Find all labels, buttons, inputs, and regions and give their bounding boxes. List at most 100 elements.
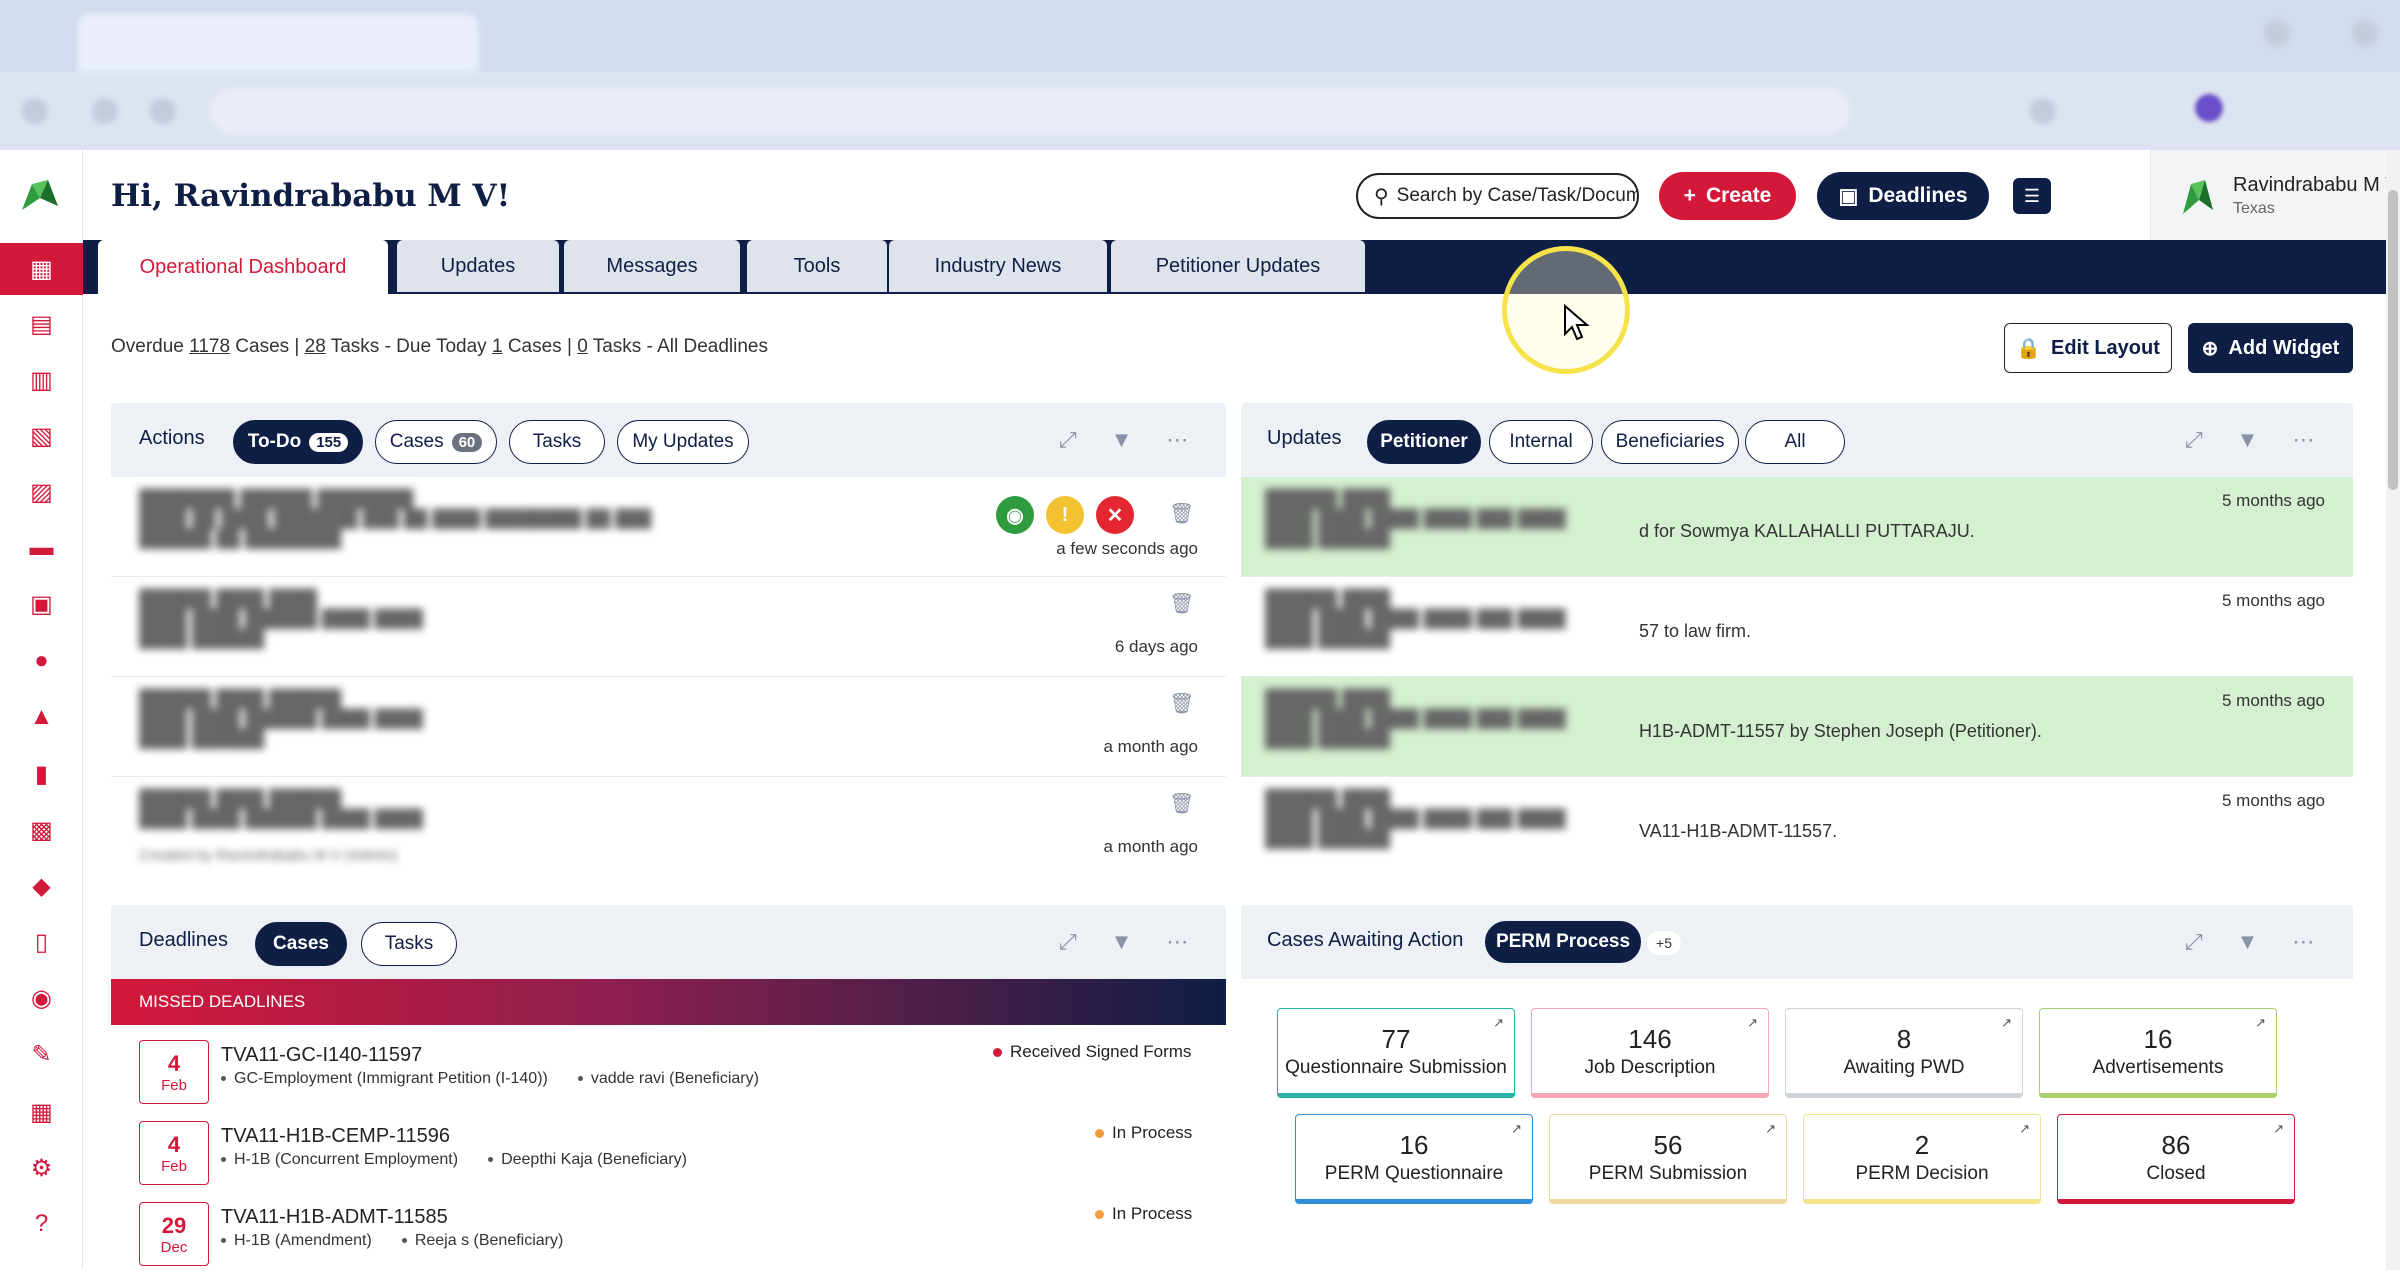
dashboard-icon[interactable]: ▦ [0, 243, 83, 295]
deadline-case-id[interactable]: TVA11-H1B-CEMP-11596 [221, 1125, 450, 1148]
update-row[interactable]: ██████ ████ ████ ████ ████ ████ ███ ████ █… [1241, 477, 2353, 577]
page-scrollbar[interactable] [2386, 150, 2400, 1270]
extension-icon[interactable] [2030, 98, 2056, 124]
edit-layout-button[interactable]: 🔒 Edit Layout [2004, 323, 2172, 373]
team-icon[interactable]: ◉ [0, 972, 83, 1024]
action-row[interactable]: ██████ ████ ██████ ████ ████ ██████ ████ … [111, 677, 1226, 777]
chip-all[interactable]: All [1745, 420, 1845, 464]
more-icon[interactable]: ⋯ [1166, 929, 1188, 955]
minimize-icon[interactable] [2264, 20, 2290, 46]
search-input[interactable]: ⚲ Search by Case/Task/Document [1356, 173, 1639, 219]
chip-internal[interactable]: Internal [1489, 420, 1593, 464]
chip-perm-process[interactable]: PERM Process [1485, 921, 1641, 963]
create-button[interactable]: + Create [1659, 172, 1796, 220]
case-stage-tile[interactable]: ↗ 86 Closed [2057, 1114, 2295, 1204]
user-icon[interactable]: ● [0, 635, 83, 687]
edit-icon[interactable]: ✎ [0, 1028, 83, 1080]
book-icon[interactable]: ▯ [0, 916, 83, 968]
expand-icon[interactable]: ⤢ [1059, 427, 1077, 453]
trash-icon[interactable]: 🗑 [1169, 591, 1194, 616]
today-tasks-link[interactable]: 0 [577, 336, 588, 357]
document-icon[interactable]: ▤ [0, 298, 83, 350]
browser-profile-avatar[interactable] [2195, 94, 2223, 122]
form-icon[interactable]: ▥ [0, 354, 83, 406]
deadline-row[interactable]: 29 Dec TVA11-H1B-ADMT-11585 H-1B (Amendment… [111, 1202, 1226, 1282]
case-stage-tile[interactable]: ↗ 2 PERM Decision [1803, 1114, 2041, 1204]
overdue-cases-link[interactable]: 1178 [189, 336, 230, 357]
deadline-row[interactable]: 4 Feb TVA11-GC-I140-11597 GC-Employment (Im… [111, 1040, 1226, 1120]
clipboard-icon[interactable]: ▣ [0, 578, 83, 630]
tab-operational-dashboard[interactable]: Operational Dashboard [98, 240, 388, 294]
close-window-icon[interactable] [2352, 20, 2378, 46]
update-row[interactable]: ██████ ████ ████ ████ ████ ████ ███ ████ █… [1241, 677, 2353, 777]
app-logo[interactable] [18, 176, 62, 216]
reload-icon[interactable] [150, 98, 176, 124]
trash-icon[interactable]: 🗑 [1169, 501, 1194, 526]
overdue-tasks-link[interactable]: 28 [305, 336, 326, 357]
chip-beneficiaries[interactable]: Beneficiaries [1601, 420, 1739, 464]
filter-icon[interactable]: ▼ [2237, 427, 2259, 453]
filter-icon[interactable]: ▼ [1111, 427, 1133, 453]
add-widget-button[interactable]: ⊕ Add Widget [2188, 323, 2353, 373]
case-stage-tile[interactable]: ↗ 146 Job Description [1531, 1008, 1769, 1098]
profile-icon[interactable]: ◆ [0, 860, 83, 912]
tab-tools[interactable]: Tools [747, 240, 887, 292]
deadline-case-id[interactable]: TVA11-GC-I140-11597 [221, 1044, 422, 1067]
chip-deadline-tasks[interactable]: Tasks [361, 922, 457, 966]
tab-messages[interactable]: Messages [564, 240, 740, 292]
more-icon[interactable]: ⋯ [2292, 427, 2314, 453]
approve-icon[interactable]: ◉ [996, 496, 1034, 534]
address-bar[interactable] [210, 88, 1850, 134]
message-icon[interactable]: ▬ [0, 522, 83, 574]
folder-icon[interactable]: ▮ [0, 748, 83, 800]
deadline-row[interactable]: 4 Feb TVA11-H1B-CEMP-11596 H-1B (Concurrent… [111, 1121, 1226, 1201]
chat-icon[interactable]: ☰ [2013, 178, 2051, 214]
chip-petitioner[interactable]: Petitioner [1367, 420, 1481, 464]
expand-icon[interactable]: ⤢ [1059, 929, 1077, 955]
deadlines-button[interactable]: ▣ Deadlines [1817, 172, 1989, 220]
more-icon[interactable]: ⋯ [2292, 929, 2314, 955]
case-stage-tile[interactable]: ↗ 16 Advertisements [2039, 1008, 2277, 1098]
action-row[interactable]: ██████ ████ ██████ ████ ████ ██████ ████ … [111, 777, 1226, 877]
cal-icon[interactable]: ▦ [0, 1086, 83, 1138]
tab-petitioner-updates[interactable]: Petitioner Updates [1111, 240, 1365, 292]
filter-icon[interactable]: ▼ [1111, 929, 1133, 955]
more-icon[interactable]: ⋯ [1166, 427, 1188, 453]
update-row[interactable]: ██████ ████ ████ ████ ████ ████ ███ ████ █… [1241, 577, 2353, 677]
expand-icon[interactable]: ⤢ [2185, 427, 2203, 453]
tab-industry-news[interactable]: Industry News [889, 240, 1107, 292]
chip-deadline-cases[interactable]: Cases [255, 922, 347, 966]
checklist-icon[interactable]: ▨ [0, 466, 83, 518]
deadline-case-id[interactable]: TVA11-H1B-ADMT-11585 [221, 1206, 448, 1229]
back-icon[interactable] [22, 98, 48, 124]
user-menu[interactable]: Ravindrababu M V Texas [2150, 150, 2400, 240]
more-chips-badge[interactable]: +5 [1647, 931, 1681, 955]
case-stage-tile[interactable]: ↗ 16 PERM Questionnaire [1295, 1114, 1533, 1204]
person-icon[interactable]: ▲ [0, 691, 83, 743]
filter-icon[interactable]: ▼ [2237, 929, 2259, 955]
notes-icon[interactable]: ▩ [0, 804, 83, 856]
reject-icon[interactable]: ✕ [1096, 496, 1134, 534]
trash-icon[interactable]: 🗑 [1169, 791, 1194, 816]
case-stage-tile[interactable]: ↗ 8 Awaiting PWD [1785, 1008, 2023, 1098]
update-row[interactable]: ██████ ████ ████ ████ ████ ████ ███ ████ █… [1241, 777, 2353, 877]
help-icon[interactable]: ? [0, 1198, 83, 1250]
chip-tasks[interactable]: Tasks [509, 420, 605, 464]
chip-cases[interactable]: Cases 60 [375, 420, 497, 464]
expand-icon[interactable]: ⤢ [2185, 929, 2203, 955]
scrollbar-thumb[interactable] [2388, 190, 2398, 490]
action-row[interactable]: ████████ ██████ ████████ ████ ██ ████ ███… [111, 477, 1226, 577]
gear-icon[interactable]: ⚙ [0, 1142, 83, 1194]
chip-my-updates[interactable]: My Updates [617, 420, 749, 464]
case-stage-tile[interactable]: ↗ 56 PERM Submission [1549, 1114, 1787, 1204]
trash-icon[interactable]: 🗑 [1169, 691, 1194, 716]
forward-icon[interactable] [92, 98, 118, 124]
case-stage-tile[interactable]: ↗ 77 Questionnaire Submission [1277, 1008, 1515, 1098]
warning-icon[interactable]: ! [1046, 496, 1084, 534]
browser-tab[interactable] [78, 14, 478, 72]
tab-updates[interactable]: Updates [397, 240, 559, 292]
chip-todo[interactable]: To-Do 155 [233, 420, 363, 464]
today-cases-link[interactable]: 1 [492, 336, 503, 357]
action-row[interactable]: ██████ ████ ████ ████ ████ ██████ ████ ██… [111, 577, 1226, 677]
calendar-icon[interactable]: ▧ [0, 410, 83, 462]
